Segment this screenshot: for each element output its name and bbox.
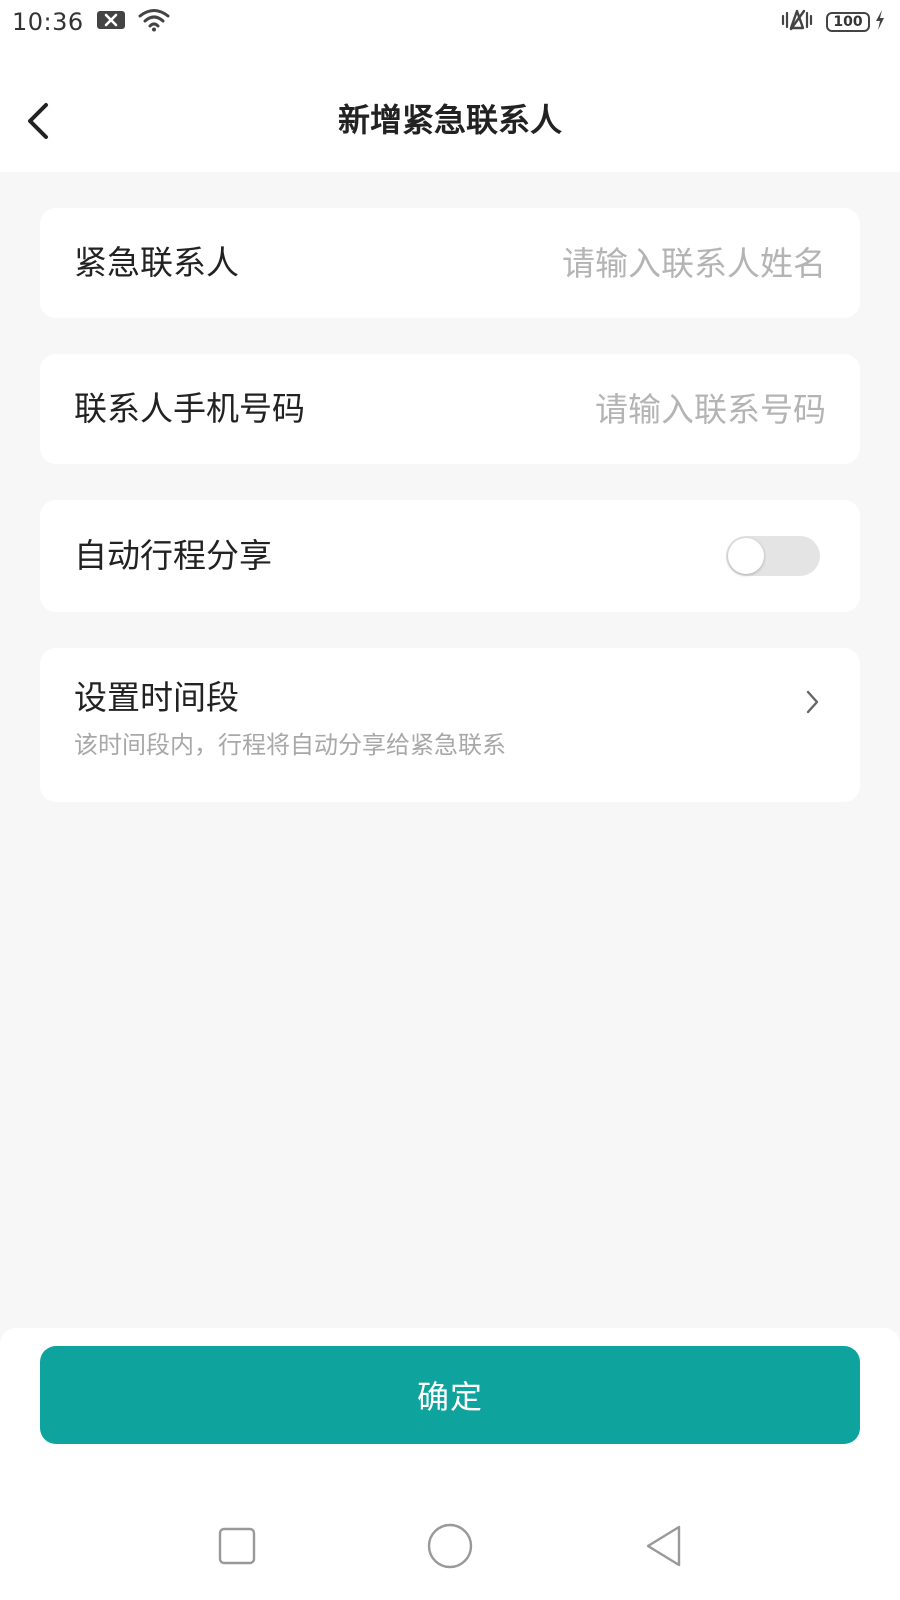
- bottom-action-area: 确定: [0, 1328, 900, 1492]
- back-nav-button[interactable]: [633, 1516, 693, 1576]
- status-bar: 10:36 100: [0, 0, 900, 44]
- recent-apps-icon: [218, 1527, 255, 1565]
- notification-x-icon: [96, 9, 126, 35]
- contact-name-row: 紧急联系人: [74, 208, 826, 318]
- header: 新增紧急联系人: [0, 44, 900, 172]
- system-nav-bar: [0, 1492, 900, 1600]
- contact-name-label: 紧急联系人: [74, 243, 239, 282]
- contact-phone-card: 联系人手机号码: [40, 354, 860, 464]
- wifi-icon: [138, 8, 170, 36]
- auto-share-row: 自动行程分享: [74, 500, 826, 612]
- contact-phone-label: 联系人手机号码: [74, 389, 305, 428]
- time-period-label: 设置时间段: [74, 678, 239, 717]
- time-period-content: 设置时间段 该时间段内，行程将自动分享给紧急联系: [74, 678, 506, 760]
- contact-phone-row: 联系人手机号码: [74, 354, 826, 464]
- confirm-button[interactable]: 确定: [40, 1346, 860, 1444]
- vibrate-icon: [780, 8, 814, 36]
- status-left: 10:36: [12, 8, 170, 36]
- toggle-knob: [728, 538, 764, 574]
- auto-share-label: 自动行程分享: [74, 536, 272, 575]
- auto-share-toggle[interactable]: [726, 536, 820, 576]
- battery-level: 100: [833, 14, 863, 30]
- contact-phone-input[interactable]: [446, 389, 826, 429]
- auto-share-card: 自动行程分享: [40, 500, 860, 612]
- time-period-description: 该时间段内，行程将自动分享给紧急联系: [74, 731, 506, 759]
- time-period-card[interactable]: 设置时间段 该时间段内，行程将自动分享给紧急联系: [40, 648, 860, 802]
- back-triangle-icon: [647, 1525, 681, 1567]
- chevron-right-icon: [806, 688, 820, 720]
- charging-icon: [874, 9, 886, 35]
- status-time: 10:36: [12, 8, 84, 36]
- battery-icon: 100: [826, 12, 870, 32]
- contact-name-card: 紧急联系人: [40, 208, 860, 318]
- home-icon: [427, 1523, 473, 1569]
- status-right: 100: [780, 8, 886, 36]
- recent-apps-button[interactable]: [207, 1516, 267, 1576]
- battery-indicator: 100: [826, 9, 886, 35]
- contact-name-input[interactable]: [446, 243, 826, 283]
- page-title: 新增紧急联系人: [337, 101, 562, 139]
- home-button[interactable]: [420, 1516, 480, 1576]
